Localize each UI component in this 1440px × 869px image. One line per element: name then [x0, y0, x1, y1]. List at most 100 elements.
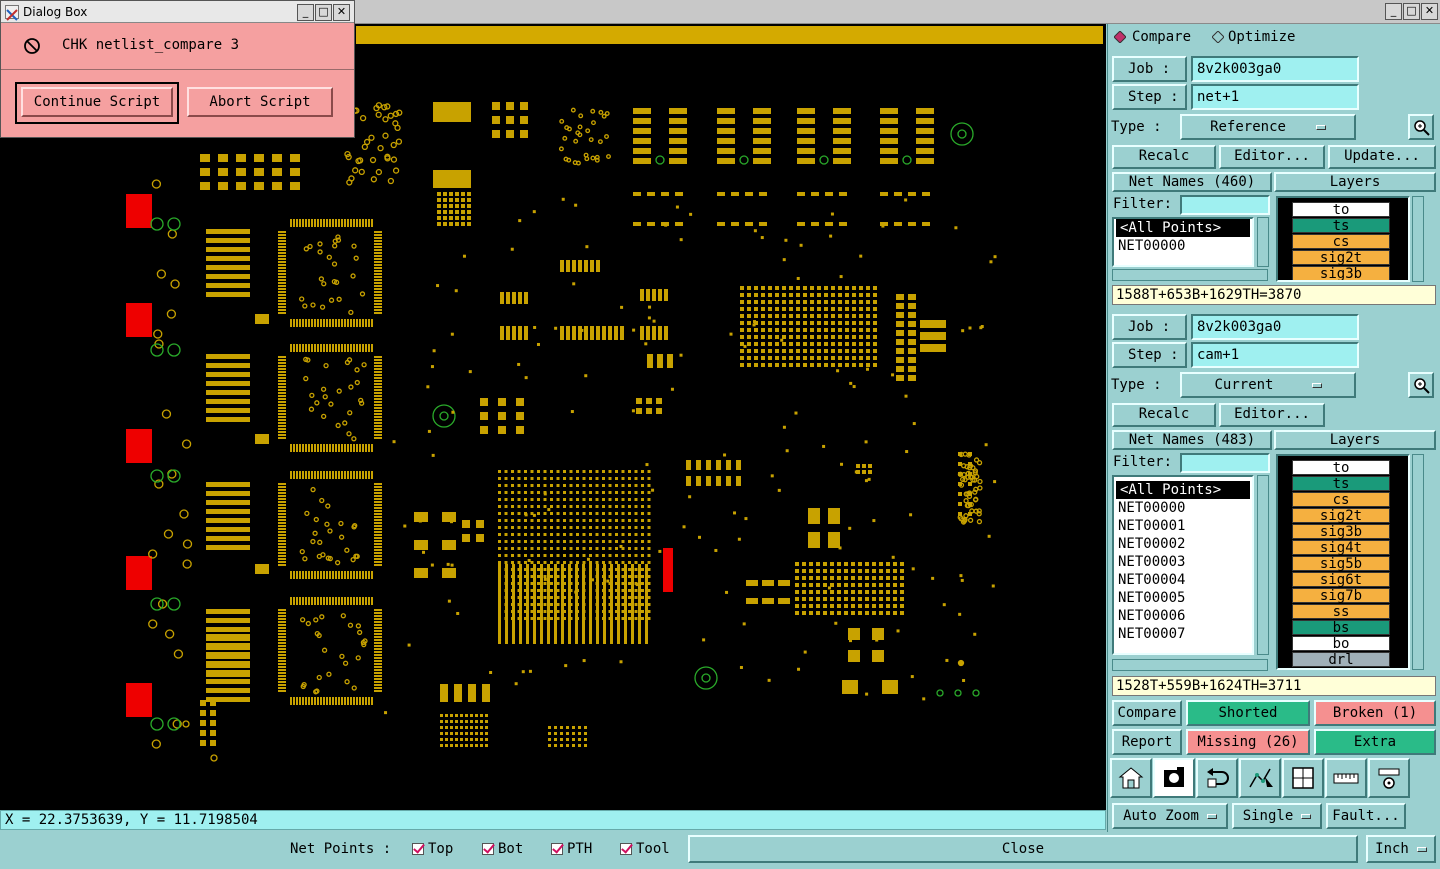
- layer-item[interactable]: cs: [1292, 492, 1390, 507]
- layer-item[interactable]: drl: [1292, 652, 1390, 667]
- dialog-minimize-button[interactable]: _: [297, 4, 314, 21]
- check-pth[interactable]: PTH: [551, 839, 592, 859]
- report-button[interactable]: Report: [1112, 729, 1182, 755]
- ref-zoom-button[interactable]: [1408, 114, 1434, 140]
- window-icon: [1290, 765, 1316, 791]
- cur-step-input[interactable]: cam+1: [1191, 342, 1359, 368]
- cur-filter-input[interactable]: [1180, 453, 1270, 473]
- cur-type-select[interactable]: Current: [1180, 372, 1356, 398]
- layer-item[interactable]: sig2t: [1292, 250, 1390, 265]
- checkbox-icon[interactable]: [551, 843, 563, 855]
- cur-zoom-button[interactable]: [1408, 372, 1434, 398]
- checkbox-icon[interactable]: [412, 843, 424, 855]
- missing-button[interactable]: Missing (26): [1186, 729, 1310, 755]
- snapshot-tool-button[interactable]: [1153, 758, 1195, 798]
- layer-item[interactable]: sig2t: [1292, 508, 1390, 523]
- layer-item[interactable]: sig6t: [1292, 572, 1390, 587]
- cur-job-input[interactable]: 8v2k003ga0: [1191, 314, 1359, 340]
- single-select[interactable]: Single: [1232, 803, 1322, 829]
- layer-item[interactable]: to: [1292, 202, 1390, 217]
- list-item[interactable]: NET00001: [1114, 517, 1252, 535]
- layer-item[interactable]: sig7b: [1292, 588, 1390, 603]
- layer-item[interactable]: ts: [1292, 476, 1390, 491]
- layer-item[interactable]: to: [1292, 460, 1390, 475]
- mode-optimize-radio[interactable]: Optimize: [1212, 29, 1295, 45]
- ruler-tool-button[interactable]: [1325, 758, 1367, 798]
- ref-type-select[interactable]: Reference: [1180, 114, 1356, 140]
- cur-layer-list[interactable]: to ts cs sig2t sig3b sig4t sig5b sig6t sig7b ss bs…: [1276, 454, 1410, 670]
- layer-item[interactable]: sig3b: [1292, 266, 1390, 281]
- compare-button[interactable]: Compare: [1112, 700, 1182, 726]
- cur-layer-vscroll[interactable]: [1412, 454, 1424, 670]
- ref-filter-input[interactable]: [1180, 195, 1270, 215]
- home-tool-button[interactable]: [1110, 758, 1152, 798]
- layer-item[interactable]: bs: [1292, 620, 1390, 635]
- dialog-maximize-button[interactable]: □: [315, 4, 332, 21]
- cur-net-hscroll[interactable]: [1112, 659, 1268, 671]
- layer-item[interactable]: cs: [1292, 234, 1390, 249]
- cur-step-label: Step :: [1112, 342, 1187, 368]
- cur-type-label: Type :: [1111, 377, 1162, 393]
- layer-item[interactable]: bo: [1292, 636, 1390, 651]
- abort-script-button[interactable]: Abort Script: [187, 87, 333, 117]
- ref-step-input[interactable]: net+1: [1191, 84, 1359, 110]
- fault-button[interactable]: Fault...: [1326, 803, 1406, 829]
- layer-item[interactable]: sig3b: [1292, 524, 1390, 539]
- list-item[interactable]: NET00000: [1114, 499, 1252, 517]
- mode-compare-radio[interactable]: Compare: [1114, 29, 1191, 45]
- list-item[interactable]: NET00005: [1114, 589, 1252, 607]
- continue-script-button[interactable]: Continue Script: [21, 87, 173, 117]
- window-tool-button[interactable]: [1282, 758, 1324, 798]
- route-tool-button[interactable]: [1239, 758, 1281, 798]
- shorted-button[interactable]: Shorted: [1186, 700, 1310, 726]
- extra-button[interactable]: Extra: [1314, 729, 1436, 755]
- undo-tool-button[interactable]: [1196, 758, 1238, 798]
- ref-layer-vscroll[interactable]: [1412, 196, 1424, 282]
- radio-unselected-icon: [1212, 31, 1224, 43]
- cur-net-list[interactable]: <All Points> NET00000 NET00001 NET00002 NET0…: [1112, 475, 1254, 655]
- coordinate-readout: X = 22.3753639, Y = 11.7198504: [0, 810, 1106, 830]
- close-button[interactable]: Close: [688, 835, 1358, 863]
- ref-editor-button[interactable]: Editor...: [1219, 145, 1325, 169]
- pcb-canvas[interactable]: [0, 24, 1106, 810]
- cur-net-vscroll[interactable]: [1257, 475, 1269, 655]
- ref-net-vscroll[interactable]: [1257, 217, 1269, 267]
- list-item[interactable]: NET00006: [1114, 607, 1252, 625]
- close-window-button[interactable]: ✕: [1421, 3, 1438, 20]
- layer-item[interactable]: sig4t: [1292, 540, 1390, 555]
- layer-item[interactable]: ss: [1292, 604, 1390, 619]
- window-controls: _ □ ✕: [1385, 3, 1438, 20]
- cur-editor-button[interactable]: Editor...: [1219, 403, 1325, 427]
- check-bot[interactable]: Bot: [482, 839, 523, 859]
- unit-selector[interactable]: Inch: [1366, 835, 1436, 863]
- minimize-button[interactable]: _: [1385, 3, 1402, 20]
- layer-item[interactable]: sig5b: [1292, 556, 1390, 571]
- layer-item[interactable]: ts: [1292, 218, 1390, 233]
- dialog-close-button[interactable]: ✕: [333, 4, 350, 21]
- checkbox-icon[interactable]: [482, 843, 494, 855]
- auto-zoom-select[interactable]: Auto Zoom: [1112, 803, 1228, 829]
- cur-layers-header: Layers: [1274, 430, 1436, 450]
- checkbox-icon[interactable]: [620, 843, 632, 855]
- ref-layer-list[interactable]: to ts cs sig2t sig3b: [1276, 196, 1410, 282]
- list-item[interactable]: <All Points>: [1116, 481, 1250, 499]
- ref-job-input[interactable]: 8v2k003ga0: [1191, 56, 1359, 82]
- check-top[interactable]: Top: [412, 839, 453, 859]
- list-item[interactable]: NET00007: [1114, 625, 1252, 643]
- ref-recalc-button[interactable]: Recalc: [1112, 145, 1216, 169]
- list-item[interactable]: NET00000: [1114, 237, 1252, 255]
- ref-update-button[interactable]: Update...: [1328, 145, 1436, 169]
- broken-button[interactable]: Broken (1): [1314, 700, 1436, 726]
- check-tool[interactable]: Tool: [620, 839, 670, 859]
- ref-net-list[interactable]: <All Points> NET00000: [1112, 217, 1254, 267]
- dialog-divider: [1, 69, 354, 70]
- pcb-graphic[interactable]: [0, 24, 1106, 810]
- list-item[interactable]: <All Points>: [1116, 219, 1250, 237]
- ref-net-hscroll[interactable]: [1112, 269, 1268, 281]
- settings-tool-button[interactable]: [1368, 758, 1410, 798]
- maximize-button[interactable]: □: [1403, 3, 1420, 20]
- cur-recalc-button[interactable]: Recalc: [1112, 403, 1216, 427]
- list-item[interactable]: NET00003: [1114, 553, 1252, 571]
- list-item[interactable]: NET00002: [1114, 535, 1252, 553]
- list-item[interactable]: NET00004: [1114, 571, 1252, 589]
